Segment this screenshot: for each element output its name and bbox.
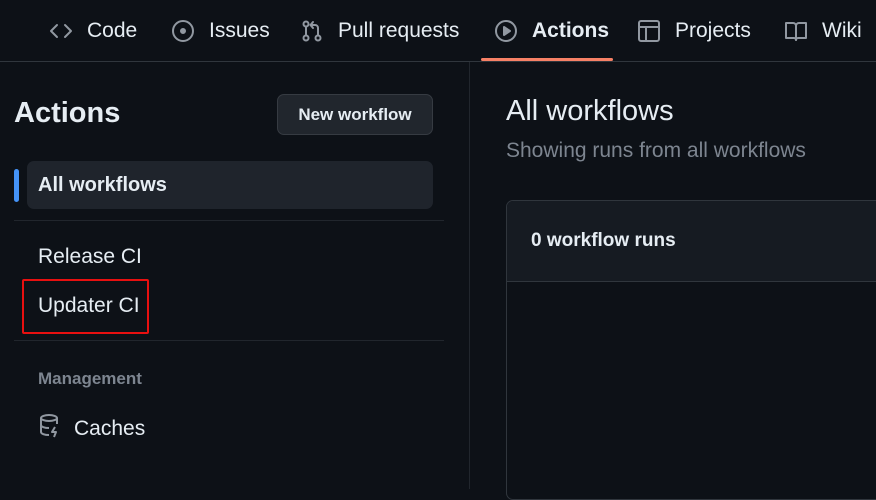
tab-issues[interactable]: Issues (171, 0, 270, 62)
tab-label: Projects (675, 19, 751, 42)
play-circle-icon (494, 19, 518, 43)
management-heading: Management (38, 369, 142, 388)
actions-sidebar: Actions New workflow All workflows Relea… (0, 62, 470, 489)
active-tab-underline (481, 58, 613, 61)
tab-code[interactable]: Code (49, 0, 137, 62)
issue-circle-icon (171, 19, 195, 43)
caches-label: Caches (74, 417, 146, 440)
highlight-box (22, 279, 149, 334)
all-workflows-item[interactable]: All workflows (27, 161, 433, 209)
new-workflow-button[interactable]: New workflow (277, 94, 433, 135)
active-indicator-bar (14, 169, 19, 202)
sidebar-title: Actions (14, 97, 121, 129)
tab-label: Issues (209, 19, 270, 42)
table-icon (637, 19, 661, 43)
tab-label: Wiki (822, 19, 862, 42)
code-icon (49, 19, 73, 43)
divider (14, 340, 444, 341)
workflow-runs-panel: 0 workflow runs (506, 200, 876, 500)
caches-item[interactable]: Caches (38, 413, 145, 445)
divider (14, 220, 444, 221)
database-icon (38, 413, 62, 445)
tab-projects[interactable]: Projects (637, 0, 751, 62)
tab-actions[interactable]: Actions (494, 0, 609, 62)
main-content: All workflows Showing runs from all work… (470, 62, 876, 500)
page-title: All workflows (506, 95, 674, 127)
workflow-runs-count: 0 workflow runs (507, 201, 876, 282)
tab-label: Actions (532, 19, 610, 42)
page-subtitle: Showing runs from all workflows (506, 139, 806, 162)
workflow-item-release-ci[interactable]: Release CI (38, 245, 142, 269)
tab-label: Code (87, 19, 138, 42)
tab-label: Pull requests (338, 19, 460, 42)
pull-request-icon (300, 19, 324, 43)
book-icon (784, 19, 808, 43)
repo-nav-tabs: Code Issues Pull requests Actions Projec… (0, 0, 876, 62)
tab-pull-requests[interactable]: Pull requests (300, 0, 459, 62)
tab-wiki[interactable]: Wiki (784, 0, 862, 62)
